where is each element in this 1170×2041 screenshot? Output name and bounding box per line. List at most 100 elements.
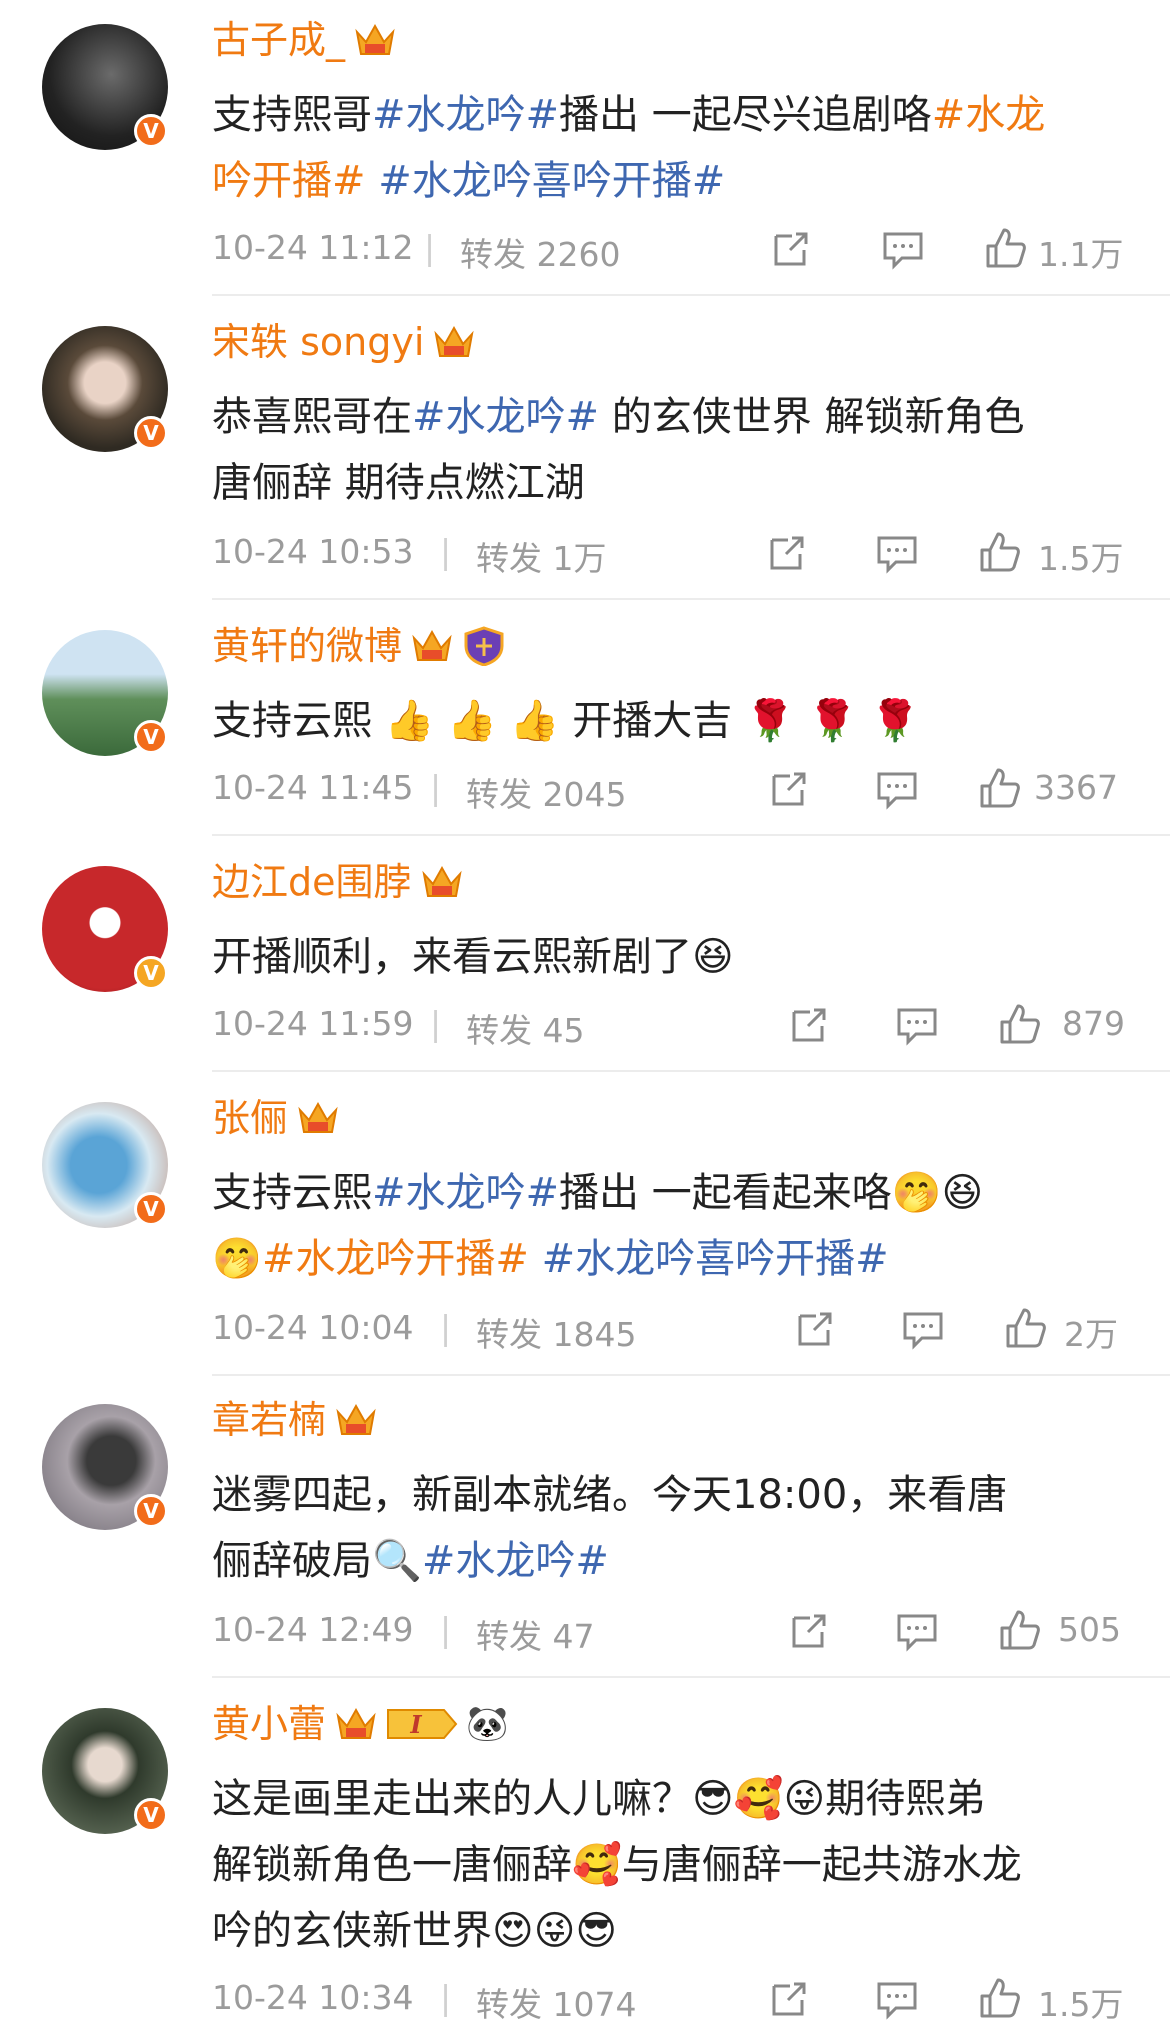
meta-separator: | bbox=[424, 228, 436, 267]
comment-bubble-icon[interactable] bbox=[874, 1976, 920, 2020]
post-time: 10-24 11:12 bbox=[212, 228, 414, 267]
panda-icon: 🐼 bbox=[466, 1704, 509, 1744]
content-line-2: 吟开播# #水龙吟喜吟开播# bbox=[212, 148, 1132, 214]
meta-separator: | bbox=[440, 1308, 452, 1347]
post-content: 支持云熙#水龙吟#播出 一起看起来咯🤭😆 🤭#水龙吟开播# #水龙吟喜吟开播# bbox=[212, 1160, 1132, 1292]
share-square-icon[interactable] bbox=[792, 1306, 838, 1350]
verified-badge-icon: V bbox=[134, 720, 168, 754]
topic-link[interactable]: #水龙吟# bbox=[372, 92, 559, 138]
divider bbox=[212, 1676, 1170, 1678]
verified-badge-icon: V bbox=[134, 1798, 168, 1832]
repost-count[interactable]: 转发 47 bbox=[476, 1610, 595, 1658]
topic-link[interactable]: 吟开播# bbox=[212, 158, 366, 204]
comment-bubble-icon[interactable] bbox=[894, 1608, 940, 1652]
like-count[interactable]: 505 bbox=[1058, 1610, 1121, 1649]
like-count[interactable]: 1.5万 bbox=[1038, 532, 1123, 580]
username-text[interactable]: 黄小蕾 bbox=[212, 1700, 326, 1748]
divider bbox=[212, 598, 1170, 600]
topic-link[interactable]: #水龙吟喜吟开播# bbox=[542, 1236, 889, 1282]
username[interactable]: 章若楠 bbox=[212, 1396, 378, 1444]
username[interactable]: 黄轩的微博 bbox=[212, 622, 506, 670]
divider bbox=[212, 834, 1170, 836]
repost-count[interactable]: 转发 1074 bbox=[476, 1978, 636, 2026]
thumbs-up-icon[interactable] bbox=[996, 1608, 1042, 1652]
share-square-icon[interactable] bbox=[768, 226, 814, 270]
content-line-1: 支持云熙#水龙吟#播出 一起看起来咯🤭😆 bbox=[212, 1170, 984, 1216]
username[interactable]: 黄小蕾 I 🐼 bbox=[212, 1700, 508, 1748]
content-line-1: 恭喜熙哥在#水龙吟# 的玄侠世界 解锁新角色 bbox=[212, 394, 1025, 440]
username[interactable]: 古子成_ bbox=[212, 16, 397, 64]
share-square-icon[interactable] bbox=[786, 1608, 832, 1652]
post-content: 迷雾四起，新副本就绪。今天18:00，来看唐 俪辞破局🔍#水龙吟# bbox=[212, 1462, 1132, 1594]
username-text[interactable]: 章若楠 bbox=[212, 1396, 326, 1444]
content-line-3: 吟的玄侠新世界😍😜😎 bbox=[212, 1908, 618, 1954]
comment-feed: V 古子成_ 支持熙哥#水龙吟#播出 一起尽兴追剧咯#水龙 吟开播# #水龙吟喜… bbox=[0, 0, 1170, 2041]
username[interactable]: 张俪 bbox=[212, 1094, 340, 1142]
thumbs-up-icon[interactable] bbox=[982, 226, 1028, 270]
like-count[interactable]: 879 bbox=[1062, 1004, 1125, 1043]
divider bbox=[212, 294, 1170, 296]
content-line-1: 这是画里走出来的人儿嘛？😎🥰😜期待熙弟 bbox=[212, 1776, 986, 1822]
topic-link[interactable]: #水龙吟# bbox=[372, 1170, 559, 1216]
comment-bubble-icon[interactable] bbox=[894, 1002, 940, 1046]
content-line-2: 解锁新角色一唐俪辞🥰与唐俪辞一起共游水龙 bbox=[212, 1842, 1022, 1888]
username[interactable]: 边江de围脖 bbox=[212, 858, 464, 906]
meta-separator: | bbox=[440, 1978, 452, 2017]
thumbs-up-icon[interactable] bbox=[976, 1976, 1022, 2020]
topic-link[interactable]: #水龙吟# bbox=[422, 1538, 609, 1584]
post-meta: 10-24 11:59 | 转发 45 879 bbox=[212, 998, 1132, 1050]
share-square-icon[interactable] bbox=[764, 530, 810, 574]
svg-text:I: I bbox=[409, 1710, 422, 1739]
repost-count[interactable]: 转发 1万 bbox=[476, 532, 607, 580]
crown-icon bbox=[355, 23, 395, 55]
post-time: 10-24 10:53 bbox=[212, 532, 414, 571]
share-square-icon[interactable] bbox=[786, 1002, 832, 1046]
thumbs-up-icon[interactable] bbox=[1002, 1306, 1048, 1350]
repost-count[interactable]: 转发 2045 bbox=[466, 768, 626, 816]
username-text[interactable]: 张俪 bbox=[212, 1094, 288, 1142]
thumbs-up-icon[interactable] bbox=[976, 530, 1022, 574]
like-count[interactable]: 2万 bbox=[1064, 1308, 1118, 1356]
content-line-1: 迷雾四起，新副本就绪。今天18:00，来看唐 bbox=[212, 1472, 1008, 1518]
meta-separator: | bbox=[440, 1610, 452, 1649]
verified-badge-icon: V bbox=[134, 1494, 168, 1528]
username-text[interactable]: 黄轩的微博 bbox=[212, 622, 402, 670]
content-line-1: 支持熙哥#水龙吟#播出 一起尽兴追剧咯#水龙 bbox=[212, 92, 1046, 138]
like-count[interactable]: 3367 bbox=[1034, 768, 1118, 807]
post-meta: 10-24 10:53 | 转发 1万 1.5万 bbox=[212, 526, 1132, 578]
post-time: 10-24 12:49 bbox=[212, 1610, 414, 1649]
share-square-icon[interactable] bbox=[766, 1976, 812, 2020]
post-meta: 10-24 11:12 | 转发 2260 1.1万 bbox=[212, 222, 1132, 274]
share-square-icon[interactable] bbox=[766, 766, 812, 810]
thumbs-up-icon[interactable] bbox=[976, 766, 1022, 810]
repost-count[interactable]: 转发 2260 bbox=[460, 228, 620, 276]
crown-icon bbox=[412, 629, 452, 661]
repost-count[interactable]: 转发 1845 bbox=[476, 1308, 636, 1356]
topic-link[interactable]: #水龙吟开播# bbox=[262, 1236, 529, 1282]
topic-link[interactable]: #水龙 bbox=[932, 92, 1046, 138]
verified-badge-icon: V bbox=[134, 1192, 168, 1226]
repost-count[interactable]: 转发 45 bbox=[466, 1004, 585, 1052]
comment-bubble-icon[interactable] bbox=[874, 766, 920, 810]
post-time: 10-24 10:34 bbox=[212, 1978, 414, 2017]
comment-bubble-icon[interactable] bbox=[874, 530, 920, 574]
username-text[interactable]: 古子成_ bbox=[212, 16, 345, 64]
comment-bubble-icon[interactable] bbox=[880, 226, 926, 270]
post-meta: 10-24 11:45 | 转发 2045 3367 bbox=[212, 762, 1132, 814]
topic-link[interactable]: #水龙吟喜吟开播# bbox=[378, 158, 725, 204]
username-text[interactable]: 边江de围脖 bbox=[212, 858, 412, 906]
username-text[interactable]: 宋轶 songyi bbox=[212, 318, 424, 366]
thumbs-up-icon[interactable] bbox=[996, 1002, 1042, 1046]
meta-separator: | bbox=[440, 532, 452, 571]
verified-badge-icon: V bbox=[134, 956, 168, 990]
crown-icon bbox=[336, 1403, 376, 1435]
content-line-1: 开播顺利，来看云熙新剧了😆 bbox=[212, 934, 734, 980]
like-count[interactable]: 1.1万 bbox=[1038, 228, 1123, 276]
topic-link[interactable]: #水龙吟# bbox=[412, 394, 599, 440]
username[interactable]: 宋轶 songyi bbox=[212, 318, 476, 366]
crown-icon bbox=[421, 865, 462, 897]
crown-icon bbox=[434, 325, 475, 357]
meta-separator: | bbox=[430, 768, 442, 807]
comment-bubble-icon[interactable] bbox=[900, 1306, 946, 1350]
like-count[interactable]: 1.5万 bbox=[1038, 1978, 1123, 2026]
